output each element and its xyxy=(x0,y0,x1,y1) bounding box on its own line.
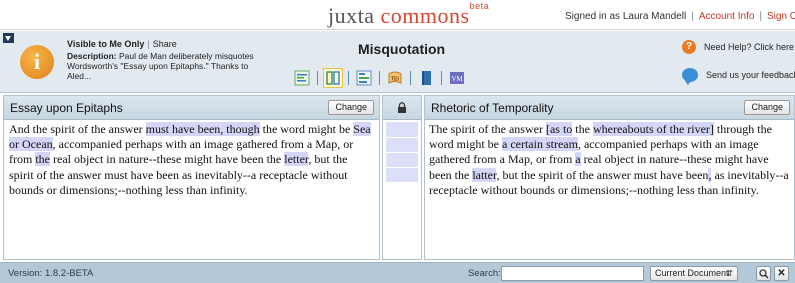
description-label: Description: xyxy=(67,51,117,61)
variant-highlight[interactable]: [as to xyxy=(545,122,573,136)
account-info-link[interactable]: Account Info xyxy=(699,11,755,22)
collapse-panel-button[interactable] xyxy=(3,33,14,43)
left-witness-pane: Essay upon Epitaphs Change And the spiri… xyxy=(3,95,380,260)
visibility-status: Visible to Me Only xyxy=(67,39,145,49)
logo[interactable]: juxta commonsbeta xyxy=(328,1,490,29)
search-scope-value: Current Document xyxy=(655,268,729,278)
right-witness-header: Rhetoric of Temporality Change xyxy=(425,96,794,120)
info-icon: i xyxy=(20,45,54,79)
text-segment: And the spirit of the answer xyxy=(9,122,146,136)
description: Description: Paul de Man deliberately mi… xyxy=(67,51,267,81)
text-segment: real object in nature--these might have … xyxy=(50,152,285,167)
text-segment: , but the spirit of the answer must have… xyxy=(496,167,709,182)
right-witness-pane: Rhetoric of Temporality Change The spiri… xyxy=(424,95,795,260)
search-label: Search: xyxy=(468,268,501,279)
select-arrows-icon: ⇵ xyxy=(726,269,733,278)
left-witness-header: Essay upon Epitaphs Change xyxy=(4,96,379,120)
variant-highlight[interactable]: whereabouts of the river] xyxy=(592,122,714,136)
feedback-link[interactable]: Send us your feedback xyxy=(682,68,795,85)
comparison-title: Misquotation xyxy=(358,41,446,57)
variant-highlight[interactable]: the xyxy=(35,152,50,167)
user-links: Signed in as Laura Mandell | Account Info |… xyxy=(565,11,795,22)
gutter-change-band[interactable] xyxy=(386,168,418,182)
feedback-icon xyxy=(682,68,698,85)
lock-icon[interactable] xyxy=(397,102,407,113)
svg-text:TEI: TEI xyxy=(391,77,399,83)
logo-text-juxta: juxta xyxy=(328,3,381,28)
share-link[interactable]: Share xyxy=(153,39,177,49)
heatmap-view-icon[interactable] xyxy=(293,69,311,87)
search-button[interactable] xyxy=(756,266,771,281)
text-segment: the xyxy=(572,122,593,136)
text-segment: The spirit of the answer xyxy=(429,122,546,136)
version-label: Version: 1.8.2-BETA xyxy=(8,268,94,279)
status-bar: Version: 1.8.2-BETA Search: Current Docu… xyxy=(0,262,795,283)
top-bar: juxta commonsbeta Signed in as Laura Man… xyxy=(0,0,795,30)
help-icon: ? xyxy=(682,40,696,54)
side-by-side-view-icon[interactable] xyxy=(323,68,343,88)
gutter-header xyxy=(383,96,421,120)
left-witness-title: Essay upon Epitaphs xyxy=(10,101,123,115)
close-icon: ✕ xyxy=(777,268,786,279)
versioning-machine-icon[interactable]: VM xyxy=(448,69,466,87)
search-scope-select[interactable]: Current Document ⇵ xyxy=(650,266,738,281)
comparison-info-panel: i Visible to Me Only | Share Description: … xyxy=(0,31,795,93)
svg-text:VM: VM xyxy=(451,75,463,83)
gutter-change-band[interactable] xyxy=(386,138,418,152)
histogram-view-icon[interactable] xyxy=(355,69,373,87)
logo-text-commons: commons xyxy=(380,3,470,28)
gutter-change-band[interactable] xyxy=(386,122,418,137)
gutter-change-band[interactable] xyxy=(386,153,418,167)
right-witness-text: The spirit of the answer [as to the wher… xyxy=(425,120,794,198)
logo-beta: beta xyxy=(469,1,490,11)
right-change-button[interactable]: Change xyxy=(744,100,790,115)
left-witness-text: And the spirit of the answer must have b… xyxy=(4,120,379,198)
alignment-gutter xyxy=(382,95,422,260)
tei-export-icon[interactable]: TEI xyxy=(386,69,404,87)
left-change-button[interactable]: Change xyxy=(328,100,374,115)
help-link[interactable]: ? Need Help? Click here xyxy=(682,40,794,54)
right-witness-title: Rhetoric of Temporality xyxy=(431,101,554,115)
feedback-text: Send us your feedback xyxy=(706,70,795,80)
search-input[interactable] xyxy=(501,266,644,281)
visibility-line: Visible to Me Only | Share xyxy=(67,39,177,49)
variant-highlight[interactable]: latter xyxy=(472,167,497,182)
variant-highlight[interactable]: must have been, though xyxy=(145,122,260,136)
search-icon xyxy=(758,269,769,279)
close-search-button[interactable]: ✕ xyxy=(774,266,789,281)
edition-starter-icon[interactable] xyxy=(417,69,435,87)
variant-highlight[interactable]: letter xyxy=(284,152,309,167)
text-segment: the word might be xyxy=(259,122,354,136)
help-text: Need Help? Click here xyxy=(704,42,795,52)
view-toolbar: TEI VM xyxy=(290,67,469,89)
signed-in-text: Signed in as Laura Mandell xyxy=(565,11,687,22)
sign-out-link[interactable]: Sign Ou xyxy=(767,11,795,22)
variant-highlight[interactable]: a certain stream xyxy=(502,137,578,152)
